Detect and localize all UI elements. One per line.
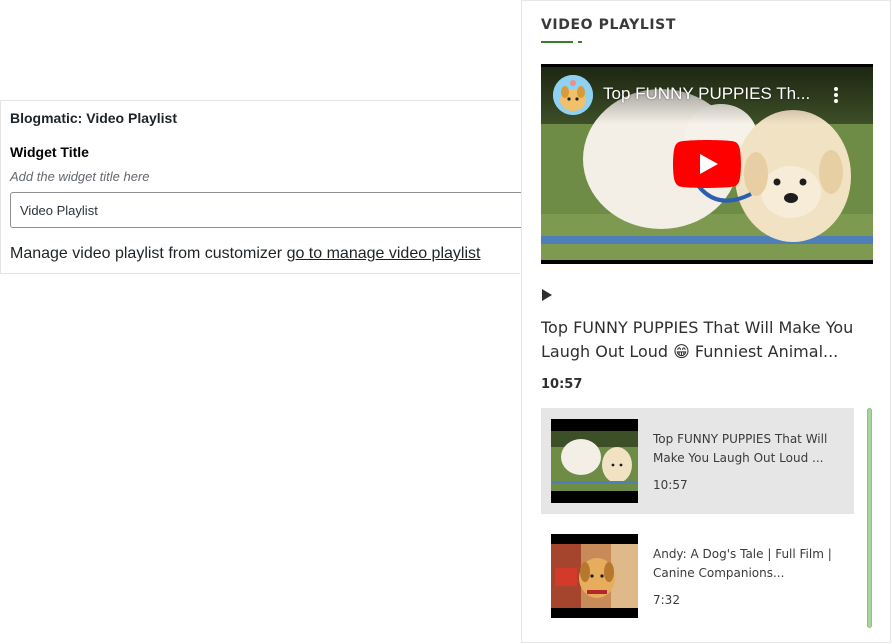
playlist-item-title: Top FUNNY PUPPIES That Will Make You Lau… <box>653 432 828 465</box>
heading-underline <box>541 41 573 43</box>
manage-playlist-label: Manage video playlist from customizer <box>10 245 283 262</box>
youtube-play-button[interactable] <box>673 140 741 188</box>
heading-underline-dot <box>578 41 582 43</box>
playlist: Top FUNNY PUPPIES That Will Make You Lau… <box>541 408 854 633</box>
widget-name: Blogmatic: Video Playlist <box>10 110 178 126</box>
playlist-item-thumbnail <box>551 534 638 618</box>
playlist-item-duration: 7:32 <box>653 593 680 607</box>
now-playing-duration: 10:57 <box>541 377 583 392</box>
playlist-item[interactable]: Andy: A Dog's Tale | Full Film | Canine … <box>541 523 854 629</box>
manage-playlist-text: Manage video playlist from customizer go… <box>10 245 480 263</box>
widget-title-label: Widget Title <box>10 144 89 160</box>
player-video-title[interactable]: Top FUNNY PUPPIES Th... <box>603 84 823 104</box>
manage-playlist-link[interactable]: go to manage video playlist <box>287 245 481 262</box>
now-playing-title: Top FUNNY PUPPIES That Will Make You Lau… <box>541 318 854 361</box>
kebab-menu-icon[interactable] <box>833 86 839 104</box>
playlist-scrollbar[interactable] <box>867 408 872 628</box>
channel-avatar[interactable] <box>553 75 593 115</box>
widget-title-input[interactable] <box>10 192 530 228</box>
playlist-item-duration: 10:57 <box>653 478 688 492</box>
playlist-item-title: Andy: A Dog's Tale | Full Film | Canine … <box>653 547 832 580</box>
video-playlist-preview: VIDEO PLAYLIST Top FUNNY PUPPIES Th... T… <box>521 0 891 643</box>
play-icon <box>542 289 552 301</box>
playlist-item[interactable]: Top FUNNY PUPPIES That Will Make You Lau… <box>541 408 854 514</box>
widget-title-hint: Add the widget title here <box>10 169 150 184</box>
playlist-item-thumbnail <box>551 419 638 503</box>
widget-settings-panel: Blogmatic: Video Playlist Widget Title A… <box>0 100 530 274</box>
video-player[interactable]: Top FUNNY PUPPIES Th... <box>541 64 873 264</box>
section-heading: VIDEO PLAYLIST <box>541 17 676 33</box>
